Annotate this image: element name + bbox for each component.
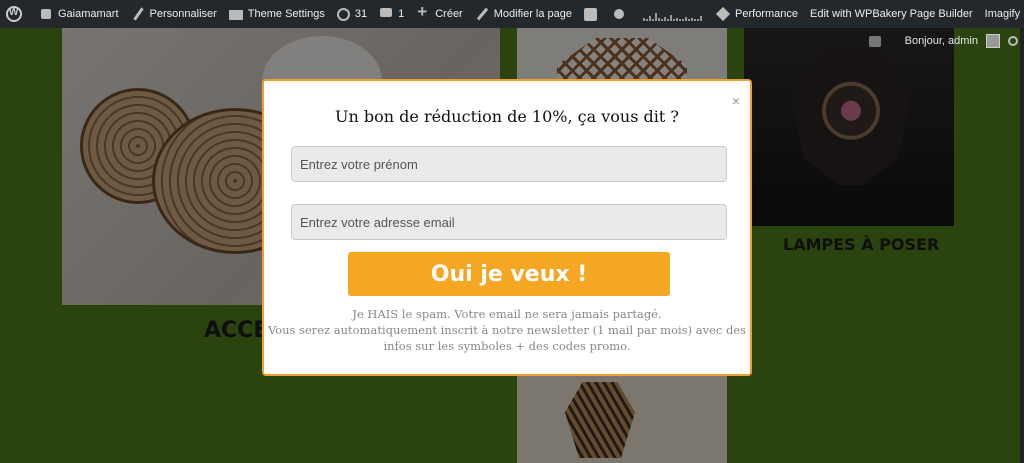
theme-settings-label: Theme Settings: [247, 8, 325, 20]
search-icon[interactable]: [1008, 36, 1018, 46]
dashboard-icon: [39, 7, 53, 21]
seo-link[interactable]: [608, 0, 635, 28]
stats-sparkline[interactable]: [643, 7, 703, 21]
edit-page-label: Modifier la page: [493, 8, 573, 20]
site-name-link[interactable]: Gaiamamart: [33, 0, 125, 28]
admin-bar: Gaiamamart Personnaliser Theme Settings …: [0, 0, 1024, 28]
vc-link[interactable]: [578, 0, 608, 28]
note-line-3: infos sur les symboles + des codes promo…: [383, 339, 631, 353]
imagify-link[interactable]: Imagify: [979, 0, 1024, 28]
avatar: [986, 34, 1000, 48]
submit-button[interactable]: Oui je veux !: [348, 252, 670, 296]
wordpress-icon: [6, 6, 22, 22]
performance-label: Performance: [735, 8, 798, 20]
customize-label: Personnaliser: [149, 8, 217, 20]
discount-popup: × Un bon de réduction de 10%, ça vous di…: [262, 79, 752, 376]
note-line-2: Vous serez automatiquement inscrit à not…: [267, 323, 747, 337]
pencil-icon: [475, 7, 489, 21]
seo-status-icon: [614, 9, 625, 19]
wpbakery-label: Edit with WPBakery Page Builder: [810, 8, 973, 20]
imagify-label: Imagify: [984, 8, 1021, 20]
comment-icon: [379, 7, 393, 21]
email-input[interactable]: [291, 204, 727, 240]
customize-link[interactable]: Personnaliser: [125, 0, 223, 28]
create-label: Créer: [435, 8, 463, 20]
theme-settings-link[interactable]: Theme Settings: [223, 0, 331, 28]
updates-count: 31: [354, 8, 368, 20]
comments-count: 1: [398, 8, 405, 20]
wpbakery-link[interactable]: Edit with WPBakery Page Builder: [804, 0, 979, 28]
notification-icon[interactable]: [868, 35, 881, 47]
create-link[interactable]: Créer: [410, 0, 469, 28]
performance-link[interactable]: Performance: [710, 0, 804, 28]
cube-icon: [716, 7, 730, 21]
wordpress-logo-button[interactable]: [0, 0, 33, 28]
site-name-label: Gaiamamart: [58, 8, 119, 20]
popup-notes: Je HAIS le spam. Votre email ne sera jam…: [264, 306, 750, 354]
note-line-1: Je HAIS le spam. Votre email ne sera jam…: [352, 307, 662, 321]
brush-icon: [131, 7, 145, 21]
edit-page-link[interactable]: Modifier la page: [469, 0, 578, 28]
firstname-input[interactable]: [291, 146, 727, 182]
updates-link[interactable]: 31: [331, 0, 373, 28]
plus-icon: [416, 2, 430, 22]
account-menu[interactable]: Bonjour, admin: [868, 28, 1024, 54]
comments-link[interactable]: 1: [373, 0, 410, 28]
folder-icon: [228, 7, 243, 21]
popup-title: Un bon de réduction de 10%, ça vous dit …: [335, 107, 679, 126]
greeting-label: Bonjour, admin: [904, 35, 978, 47]
refresh-icon: [336, 7, 350, 21]
page-builder-icon: [584, 7, 598, 21]
window-edge: [1020, 28, 1024, 463]
